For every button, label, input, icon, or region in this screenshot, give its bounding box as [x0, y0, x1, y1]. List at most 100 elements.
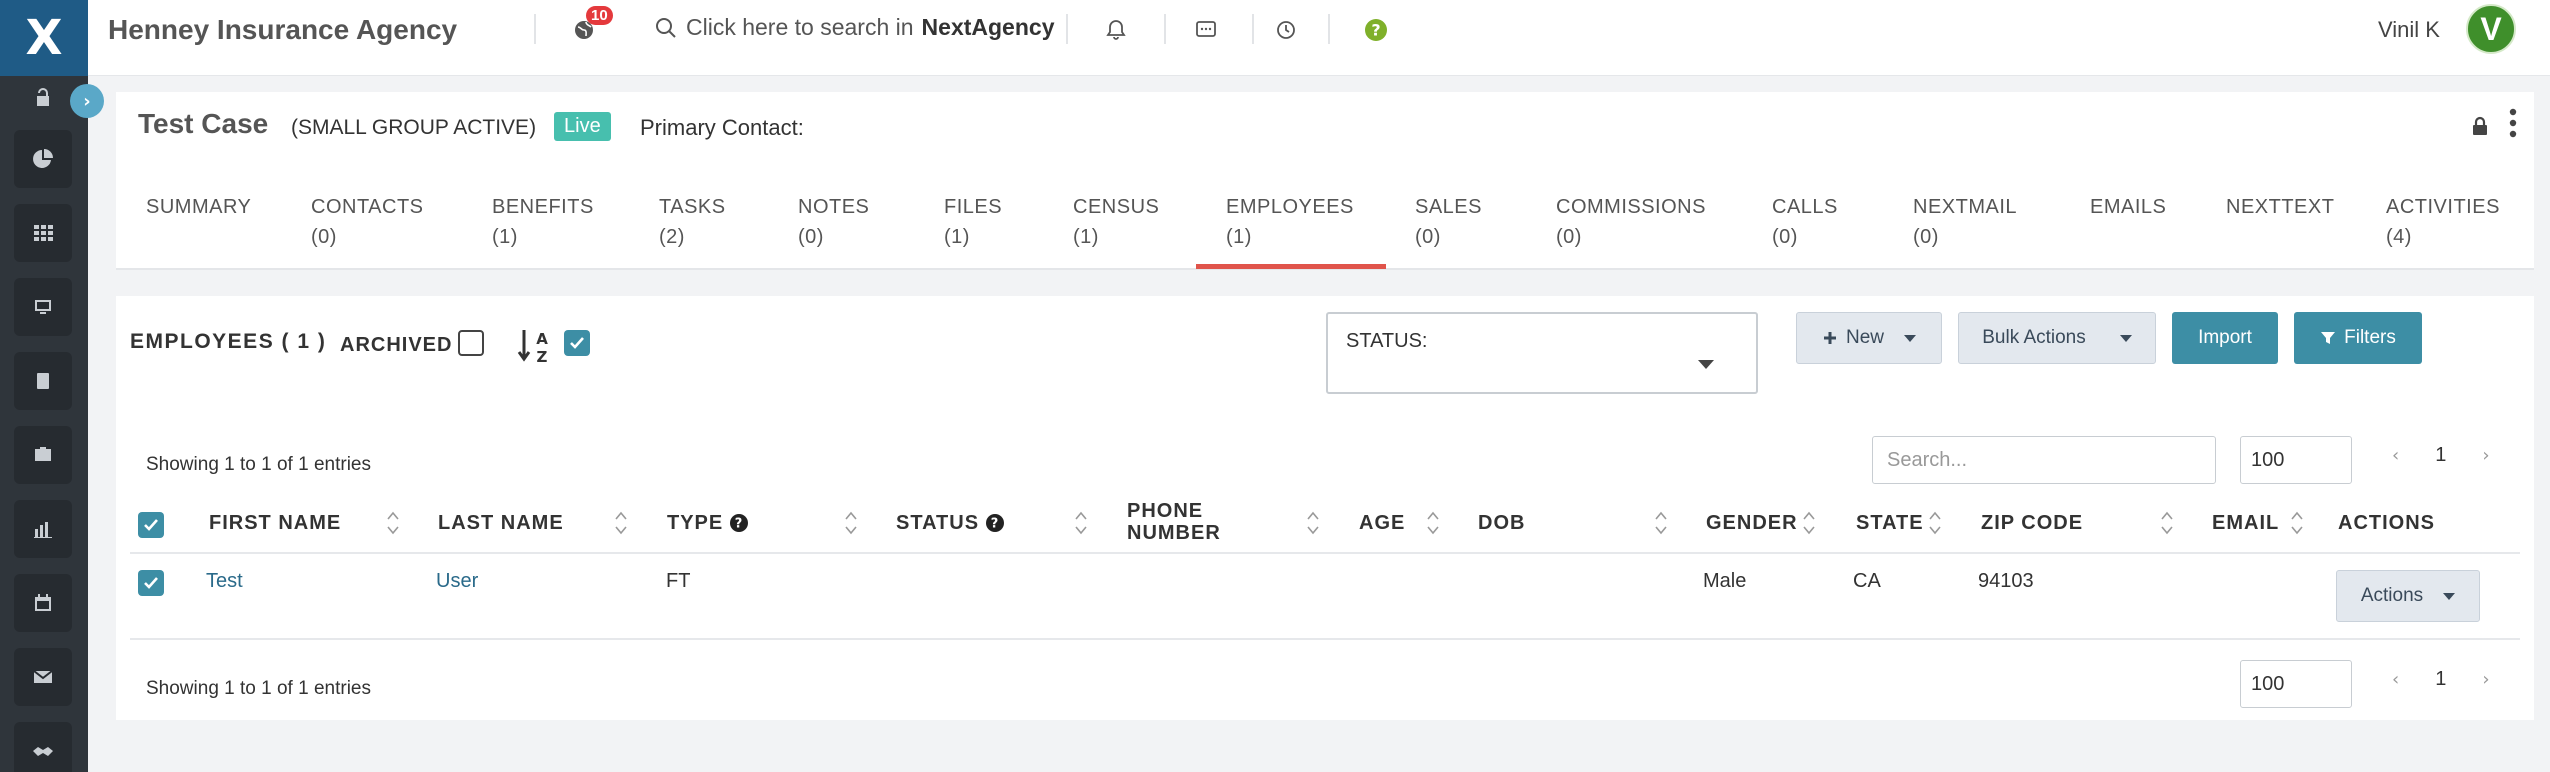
tab-notes[interactable]: NOTES (0): [798, 192, 869, 252]
lock-icon[interactable]: [2468, 114, 2492, 138]
col-email[interactable]: EMAIL: [2212, 512, 2279, 534]
status-badge: Live: [554, 112, 611, 141]
import-button[interactable]: Import: [2172, 312, 2278, 364]
user-avatar[interactable]: V: [2466, 4, 2516, 54]
col-age[interactable]: AGE: [1359, 512, 1405, 534]
employees-panel: EMPLOYEES ( 1 ) ARCHIVED A Z STATUS: New…: [116, 296, 2534, 720]
sort-icon[interactable]: [844, 508, 858, 538]
tab-summary[interactable]: SUMMARY: [146, 192, 251, 222]
briefcase-icon[interactable]: [14, 426, 72, 484]
pagination-top: ‹ 1 ›: [2392, 444, 2490, 467]
monitor-icon[interactable]: [14, 278, 72, 336]
col-zip-code[interactable]: ZIP CODE: [1981, 512, 2083, 534]
table-search-input[interactable]: [1872, 436, 2216, 484]
sort-icon[interactable]: [1426, 508, 1440, 538]
col-type[interactable]: TYPE ?: [667, 512, 749, 534]
sort-checkbox[interactable]: [564, 330, 590, 356]
chat-icon[interactable]: [1190, 14, 1222, 46]
tab-sales[interactable]: SALES (0): [1415, 192, 1482, 252]
envelope-icon[interactable]: [14, 648, 72, 706]
col-last-name[interactable]: LAST NAME: [438, 512, 564, 534]
next-page-icon[interactable]: ›: [2482, 445, 2489, 466]
tab-nextmail[interactable]: NEXTMAIL (0): [1913, 192, 2017, 252]
svg-text:?: ?: [991, 517, 1000, 532]
showing-entries-bottom: Showing 1 to 1 of 1 entries: [146, 678, 371, 699]
sort-icon[interactable]: [386, 508, 400, 538]
calendar-check-icon[interactable]: [14, 574, 72, 632]
col-state[interactable]: STATE: [1856, 512, 1924, 534]
lock-open-icon[interactable]: [14, 80, 72, 116]
cell-last-name[interactable]: User: [436, 570, 478, 593]
pagination-bottom: ‹ 1 ›: [2392, 668, 2490, 691]
tab-benefits[interactable]: BENEFITS (1): [492, 192, 594, 252]
top-header: Henney Insurance Agency 10 Click here to…: [88, 0, 2550, 76]
bar-chart-icon[interactable]: [14, 500, 72, 558]
sort-icon[interactable]: [1802, 508, 1816, 538]
tab-census[interactable]: CENSUS (1): [1073, 192, 1159, 252]
tab-employees[interactable]: EMPLOYEES (1): [1226, 192, 1354, 252]
archived-checkbox[interactable]: [458, 330, 484, 356]
new-button[interactable]: New: [1796, 312, 1942, 364]
question-circle-icon[interactable]: ?: [729, 513, 749, 533]
tab-emails[interactable]: EMAILS: [2090, 192, 2166, 222]
grid-icon[interactable]: [14, 204, 72, 262]
globe-notifications-icon[interactable]: 10: [568, 6, 613, 46]
prev-page-icon[interactable]: ‹: [2392, 445, 2399, 466]
sort-icon[interactable]: [1654, 508, 1668, 538]
case-type: (SMALL GROUP ACTIVE): [291, 116, 537, 139]
col-gender[interactable]: GENDER: [1706, 512, 1798, 534]
more-options-icon[interactable]: [2504, 106, 2522, 140]
clock-icon[interactable]: [1270, 14, 1302, 46]
col-first-name[interactable]: FIRST NAME: [209, 512, 341, 534]
col-status[interactable]: STATUS ?: [896, 512, 1005, 534]
prev-page-icon[interactable]: ‹: [2392, 669, 2399, 690]
tab-commissions[interactable]: COMMISSIONS (0): [1556, 192, 1706, 252]
col-dob[interactable]: DOB: [1478, 512, 1525, 534]
status-select[interactable]: STATUS:: [1326, 312, 1758, 394]
tab-activities[interactable]: ACTIVITIES (4): [2386, 192, 2500, 252]
tab-nexttext[interactable]: NEXTTEXT: [2226, 192, 2334, 222]
row-checkbox[interactable]: [138, 570, 164, 596]
pie-chart-icon[interactable]: [14, 130, 72, 188]
sidebar-toggle-button[interactable]: ›: [70, 84, 104, 118]
sort-icon[interactable]: [1928, 508, 1942, 538]
page-size-select[interactable]: 100: [2240, 436, 2352, 484]
row-actions-button[interactable]: Actions: [2336, 570, 2480, 622]
bulk-actions-button[interactable]: Bulk Actions: [1958, 312, 2156, 364]
tab-files[interactable]: FILES (1): [944, 192, 1002, 252]
col-phone-number[interactable]: PHONE NUMBER: [1127, 500, 1247, 544]
bell-icon[interactable]: [1100, 14, 1132, 46]
book-icon[interactable]: [14, 352, 72, 410]
caret-down-icon: [2119, 334, 2132, 342]
sort-alpha-icon[interactable]: A Z: [516, 326, 552, 366]
help-circle-icon[interactable]: ?: [1360, 14, 1392, 46]
tab-tasks[interactable]: TASKS (2): [659, 192, 726, 252]
svg-text:?: ?: [1371, 21, 1380, 40]
sort-icon[interactable]: [1074, 508, 1088, 538]
cell-first-name[interactable]: Test: [206, 570, 243, 593]
page-number[interactable]: 1: [2435, 668, 2446, 691]
page-size-select-bottom[interactable]: 100: [2240, 660, 2352, 708]
question-circle-icon[interactable]: ?: [985, 513, 1005, 533]
select-all-checkbox[interactable]: [138, 512, 164, 538]
global-search-trigger[interactable]: Click here to search in NextAgency: [654, 14, 1054, 41]
tab-calls[interactable]: CALLS (0): [1772, 192, 1838, 252]
svg-text:?: ?: [735, 517, 744, 532]
cell-zip-code: 94103: [1978, 570, 2034, 592]
handshake-icon[interactable]: [14, 722, 72, 772]
next-page-icon[interactable]: ›: [2482, 669, 2489, 690]
table-row-divider: [130, 638, 2520, 640]
user-name[interactable]: Vinil K: [2378, 17, 2440, 43]
tab-contacts[interactable]: CONTACTS (0): [311, 192, 424, 252]
sort-icon[interactable]: [1306, 508, 1320, 538]
sort-icon[interactable]: [2160, 508, 2174, 538]
sort-icon[interactable]: [2290, 508, 2304, 538]
case-header: Test Case (SMALL GROUP ACTIVE) Live Prim…: [116, 92, 2534, 156]
page-number[interactable]: 1: [2435, 444, 2446, 467]
plus-icon: [1823, 332, 1836, 344]
active-tab-indicator: [1196, 264, 1386, 269]
filters-button[interactable]: Filters: [2294, 312, 2422, 364]
header-divider: [1164, 14, 1166, 44]
app-logo[interactable]: X: [0, 0, 88, 76]
sort-icon[interactable]: [614, 508, 628, 538]
